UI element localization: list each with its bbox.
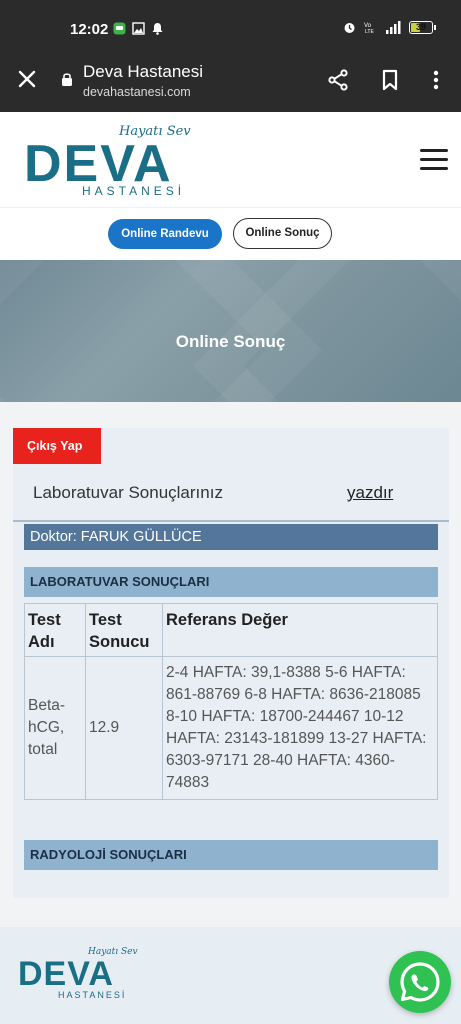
bookmark-icon[interactable] [378, 68, 402, 92]
logo-subtitle: HASTANESİ [82, 184, 186, 198]
lab-results-table: Test Adı Test Sonucu Referans Değer Beta… [24, 603, 438, 800]
battery-icon: 39 [409, 21, 436, 34]
svg-text:LTE: LTE [365, 29, 374, 34]
column-header-test-name: Test Adı [24, 603, 86, 657]
system-icons: Vo LTE 39 [343, 21, 436, 34]
test-result-cell: 12.9 [85, 656, 163, 800]
results-panel-title: Laboratuvar Sonuçlarınız [33, 483, 223, 502]
footer-logo-wordmark: DEVA [18, 955, 114, 993]
table-header-row: Test Adı Test Sonucu Referans Değer [24, 603, 438, 657]
whatsapp-chat-button[interactable] [389, 951, 451, 1013]
alarm-icon [344, 23, 355, 33]
browser-toolbar: Deva Hastanesi devahastanesi.com [0, 50, 461, 112]
logo-wordmark: DEVA [24, 135, 173, 193]
signal-icon [386, 21, 401, 34]
page-banner: Online Sonuç [0, 260, 461, 402]
bell-icon [152, 23, 163, 35]
table-row: Beta-hCG, total 12.9 2-4 HAFTA: 39,1-838… [24, 656, 438, 800]
close-icon[interactable] [16, 68, 38, 90]
lock-icon[interactable] [61, 72, 73, 86]
share-icon[interactable] [326, 68, 350, 92]
browser-url[interactable]: devahastanesi.com [83, 85, 191, 99]
radiology-results-heading: RADYOLOJİ SONUÇLARI [24, 840, 438, 870]
chat-app-icon [113, 22, 126, 35]
site-header: Hayatı Sev DEVA HASTANESİ [0, 112, 461, 208]
footer-deva-logo[interactable]: Hayatı Sev DEVA HASTANESİ [18, 947, 148, 1007]
column-header-test-result: Test Sonucu [85, 603, 163, 657]
status-time: 12:02 [70, 21, 109, 38]
reference-value-cell: 2-4 HAFTA: 39,1-8388 5-6 HAFTA: 861-8876… [162, 656, 438, 800]
panel-divider [13, 520, 449, 522]
battery-level: 39 [415, 22, 426, 32]
browser-page-title: Deva Hastanesi [83, 62, 204, 81]
more-options-icon[interactable] [424, 68, 448, 92]
test-name-cell: Beta-hCG, total [24, 656, 86, 800]
doctor-bar: Doktor: FARUK GÜLLÜCE [24, 524, 438, 550]
column-header-reference: Referans Değer [162, 603, 438, 657]
online-appointment-button[interactable]: Online Randevu [108, 219, 222, 249]
print-link[interactable]: yazdır [347, 483, 393, 503]
volte-icon: VoLTE [364, 23, 374, 34]
page-title: Online Sonuç [175, 332, 286, 351]
footer-logo-subtitle: HASTANESİ [58, 990, 127, 1000]
hamburger-menu-icon[interactable] [420, 149, 448, 171]
logout-button[interactable]: Çıkış Yap [13, 428, 101, 464]
status-bar: 12:02 Vo LTE 39 [0, 0, 461, 50]
whatsapp-icon [400, 962, 440, 1002]
notification-icons [113, 22, 164, 35]
online-results-button[interactable]: Online Sonuç [233, 218, 332, 249]
lab-results-heading: LABORATUVAR SONUÇLARI [24, 567, 438, 597]
gallery-icon [132, 22, 145, 35]
quick-actions: Online Randevu Online Sonuç [0, 208, 461, 260]
deva-logo[interactable]: Hayatı Sev DEVA HASTANESİ [24, 124, 194, 204]
